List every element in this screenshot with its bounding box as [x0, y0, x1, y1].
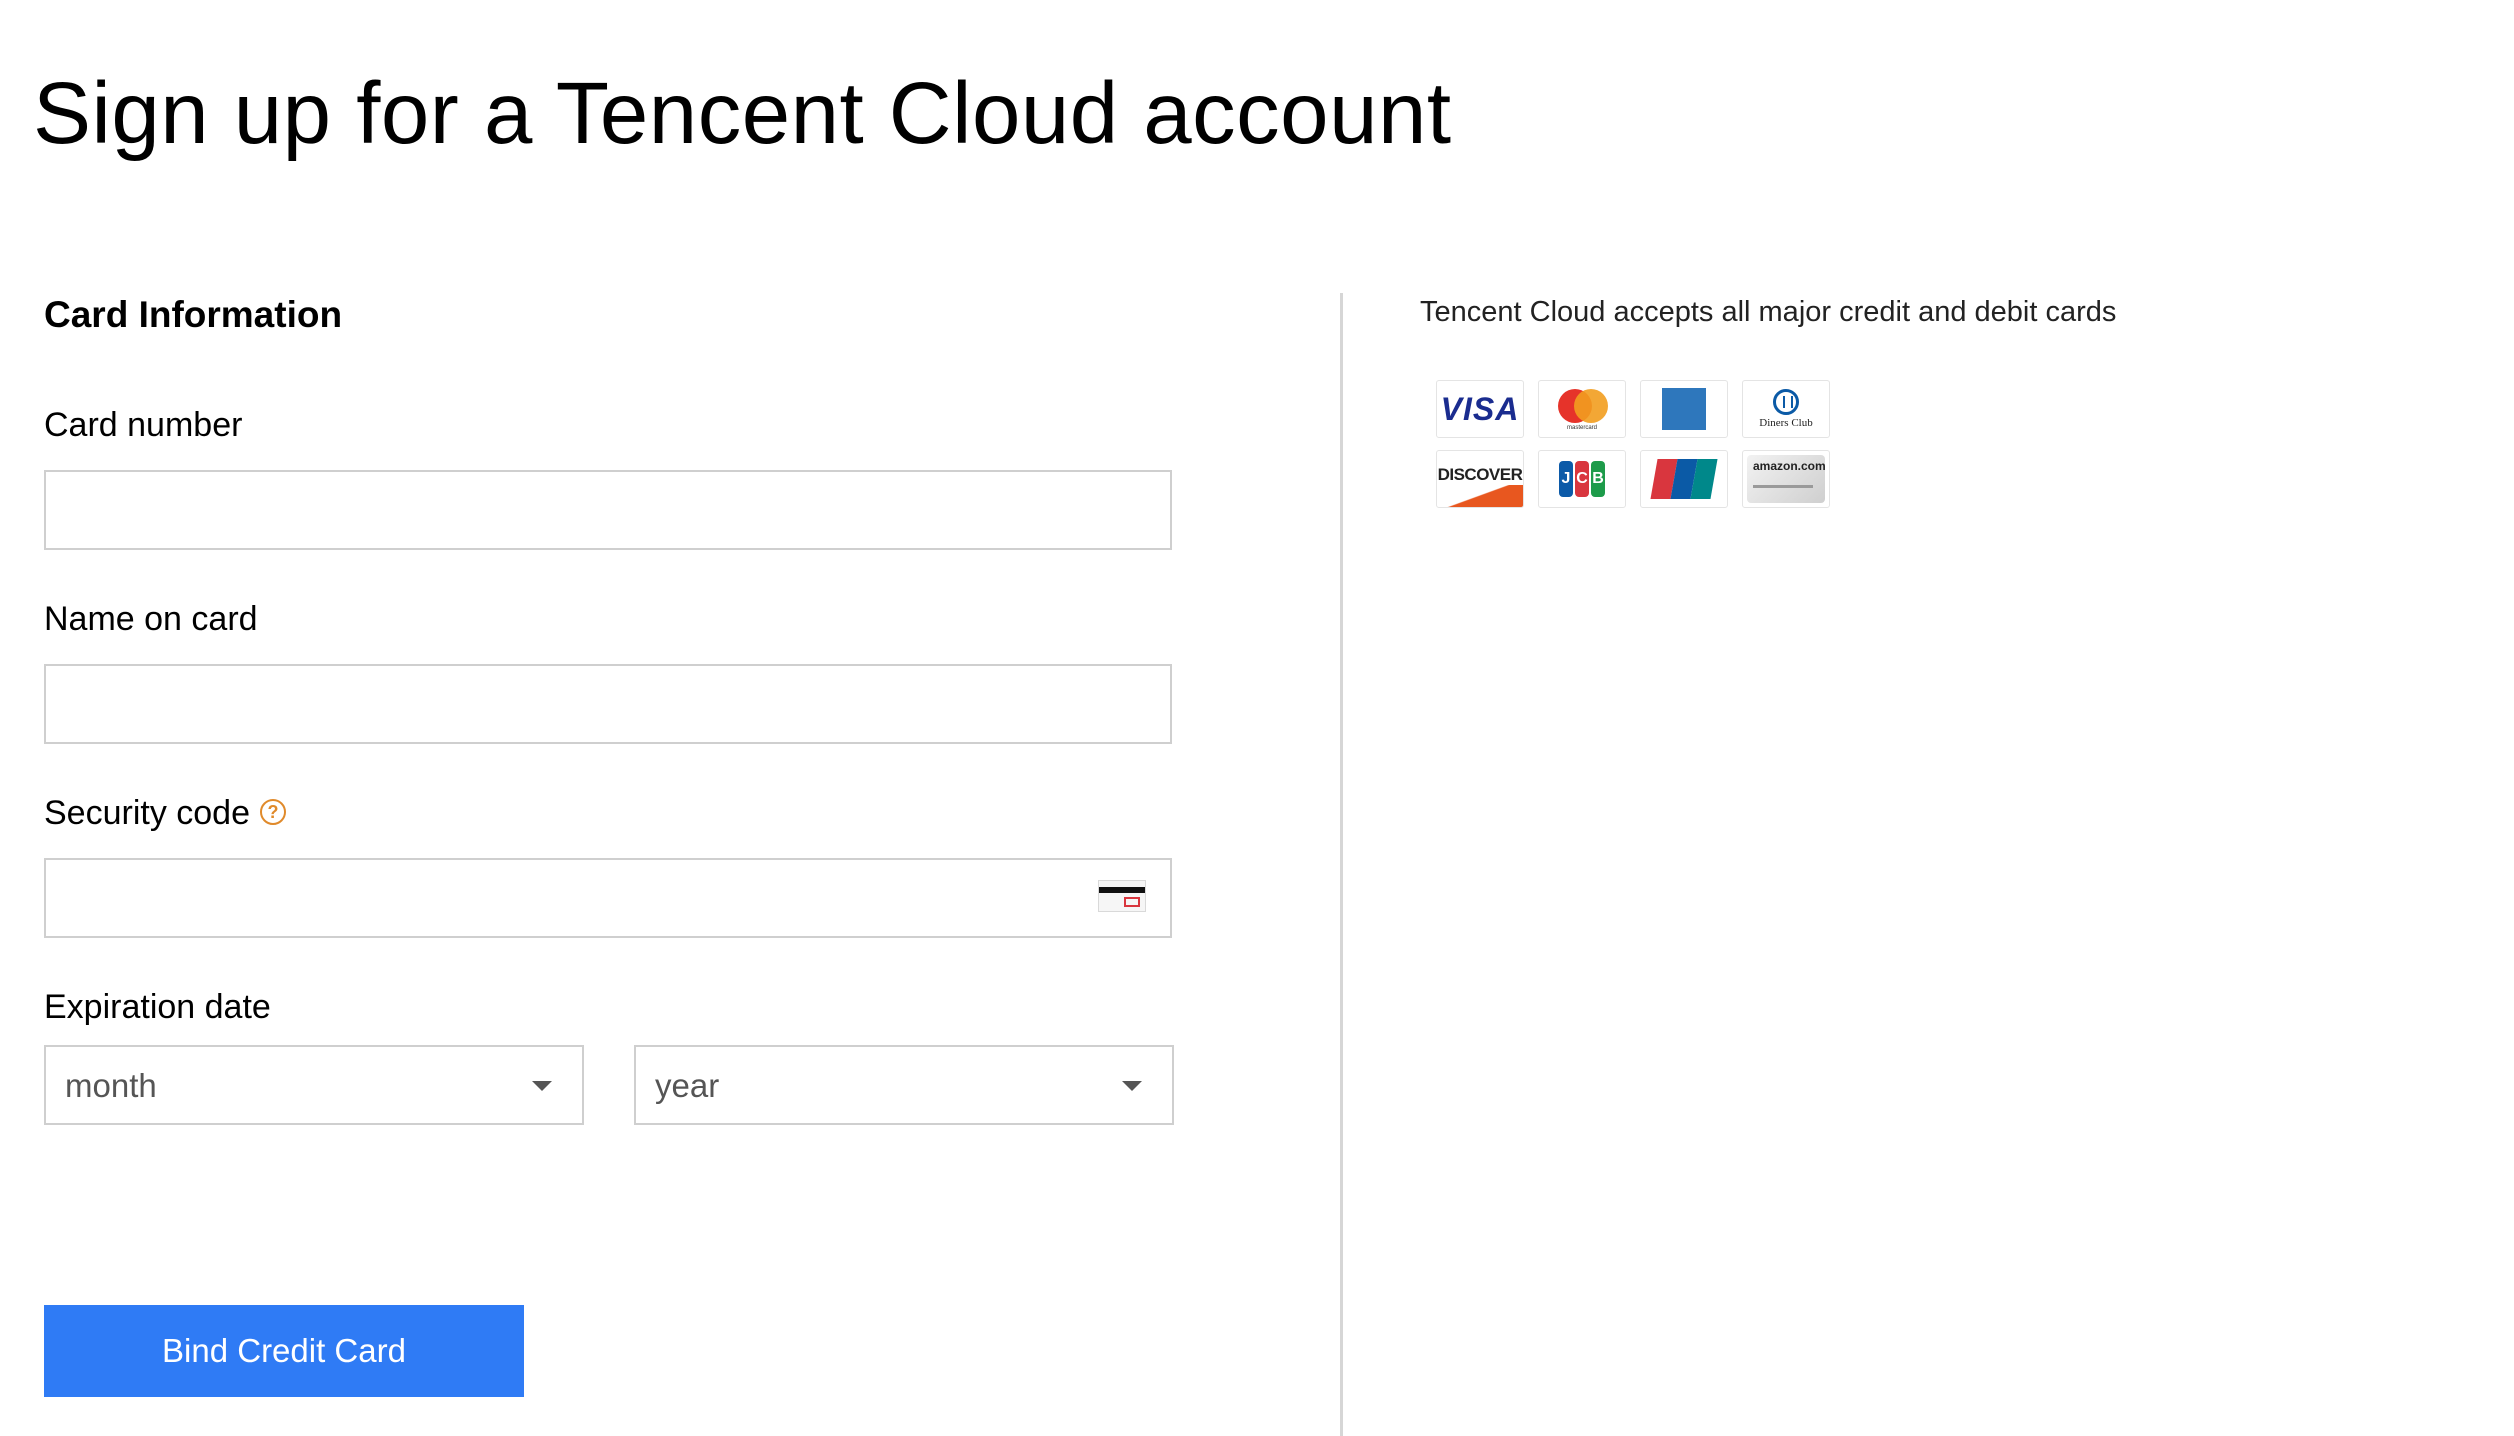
cvv-card-icon — [1098, 880, 1146, 912]
mastercard-circles: mastercard — [1554, 389, 1610, 431]
security-code-label: Security code — [44, 794, 250, 832]
name-on-card-input[interactable] — [44, 664, 1172, 744]
diners-club-logo: Diners Club — [1742, 380, 1830, 438]
discover-logo-text: DISCOVER — [1437, 465, 1523, 484]
expiration-date-label: Expiration date — [44, 988, 271, 1026]
cvv-card-code-box — [1124, 897, 1140, 907]
card-number-input[interactable] — [44, 470, 1172, 550]
vertical-divider — [1340, 293, 1343, 1436]
jcb-logo-mark: JCB — [1559, 461, 1605, 497]
question-circle-icon[interactable]: ? — [260, 799, 286, 825]
month-select-value: month — [65, 1067, 157, 1104]
security-code-input[interactable] — [44, 858, 1172, 938]
year-select-value: year — [655, 1067, 720, 1104]
section-heading: Card Information — [44, 294, 343, 335]
amex-logo-mark — [1662, 388, 1706, 430]
mastercard-logo: mastercard — [1538, 380, 1626, 438]
visa-logo-text: VISA — [1440, 390, 1520, 427]
unionpay-logo-mark — [1650, 459, 1718, 499]
accepted-cards-text: Tencent Cloud accepts all major credit a… — [1420, 296, 2117, 328]
chevron-down-icon — [1122, 1081, 1142, 1091]
discover-logo: DISCOVER — [1436, 450, 1524, 508]
name-on-card-label: Name on card — [44, 600, 258, 638]
month-select[interactable]: month — [44, 1045, 584, 1125]
unionpay-logo — [1640, 450, 1728, 508]
diners-club-mark — [1772, 389, 1799, 415]
year-select[interactable]: year — [634, 1045, 1174, 1125]
visa-logo: VISA — [1436, 380, 1524, 438]
card-form: Card Information Card number Name on car… — [0, 0, 1340, 1436]
amazon-card-logo: amazon.com — [1742, 450, 1830, 508]
mastercard-logo-text: mastercard — [1566, 425, 1597, 431]
accepted-card-logos: VISA mastercard Diners Club DISCOVER JCB… — [1436, 380, 1836, 508]
cvv-card-stripe — [1099, 887, 1145, 893]
card-number-label: Card number — [44, 406, 243, 444]
jcb-logo: JCB — [1538, 450, 1626, 508]
security-code-label-row: Security code? — [44, 794, 286, 833]
bind-credit-card-button[interactable]: Bind Credit Card — [44, 1305, 524, 1397]
diners-club-logo-text: Diners Club — [1759, 417, 1813, 429]
amex-logo — [1640, 380, 1728, 438]
amazon-card-logo-text: amazon.com — [1753, 459, 1826, 473]
chevron-down-icon — [532, 1081, 552, 1091]
security-code-field — [44, 858, 1172, 938]
